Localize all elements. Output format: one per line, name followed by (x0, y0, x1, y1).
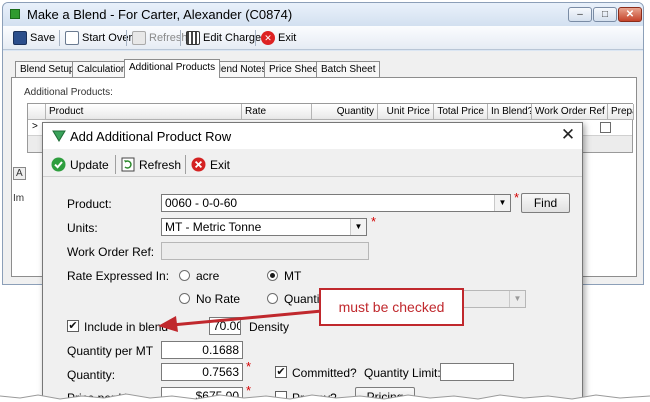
add-product-dialog: Add Additional Product Row ✕ Update Refr… (42, 122, 583, 402)
chevron-down-icon[interactable]: ▼ (494, 195, 510, 211)
check-circle-icon (51, 157, 66, 172)
work-order-ref-input[interactable] (161, 242, 369, 260)
dialog-title-bar: Add Additional Product Row ✕ (43, 123, 582, 149)
toolbar-separator (185, 155, 186, 174)
tab-blend-setup[interactable]: Blend Setup (15, 61, 80, 77)
toolbar-separator (255, 30, 256, 46)
rate-option-no-rate-label: No Rate (196, 292, 241, 306)
tab-calculation[interactable]: Calculation (72, 61, 132, 77)
quantity-limit-input[interactable] (440, 363, 514, 381)
app-icon (10, 9, 20, 19)
dialog-close-button[interactable]: ✕ (559, 126, 577, 144)
exit-label: Exit (210, 157, 231, 172)
dialog-toolbar: Update Refresh Exit (43, 151, 582, 177)
column-header-total-price[interactable]: Total Price (434, 104, 488, 120)
tab-additional-products[interactable]: Additional Products (124, 59, 221, 78)
new-document-icon (65, 31, 79, 45)
column-header-product[interactable]: Product (46, 104, 242, 120)
rate-radio-quantity[interactable] (267, 293, 278, 304)
column-header-rate[interactable]: Rate (242, 104, 312, 120)
column-header-quantity[interactable]: Quantity (312, 104, 378, 120)
close-window-button[interactable]: ✕ (618, 7, 642, 22)
dialog-title: Add Additional Product Row (70, 129, 232, 144)
tab-batch-sheet[interactable]: Batch Sheet (316, 61, 381, 77)
required-marker: * (246, 359, 252, 374)
refresh-label: Refresh (149, 32, 188, 44)
exit-button[interactable]: ✕ Exit (259, 29, 300, 47)
exit-icon (191, 157, 206, 172)
toolbar-separator (115, 155, 116, 174)
exit-label: Exit (278, 32, 297, 44)
row-indicator: > (32, 121, 38, 132)
units-select[interactable]: MT - Metric Tonne ▼ (161, 218, 367, 236)
grid-row-header (28, 104, 46, 120)
refresh-icon (132, 31, 146, 45)
units-value: MT - Metric Tonne (165, 220, 262, 234)
torn-edge-decoration (0, 393, 650, 402)
refresh-label: Refresh (139, 157, 182, 172)
update-button[interactable]: Update (51, 155, 109, 174)
row-prepay-checkbox[interactable] (600, 122, 611, 133)
update-label: Update (70, 157, 109, 172)
rate-option-acre-label: acre (196, 269, 220, 283)
annotation-arrow (158, 309, 323, 332)
committed-label: Committed? (292, 366, 357, 380)
exit-icon: ✕ (261, 31, 275, 45)
quantity-input[interactable]: 0.7563 (161, 363, 243, 381)
partial-button[interactable]: A (13, 167, 26, 180)
edit-charges-button[interactable]: Edit Charges (184, 29, 271, 47)
section-label: Additional Products: (24, 87, 113, 98)
units-label: Units: (67, 221, 98, 235)
main-title-bar: Make a Blend - For Carter, Alexander (C0… (3, 3, 643, 26)
start-over-label: Start Over (82, 32, 133, 44)
partial-label: Im (13, 193, 25, 204)
maximize-button[interactable]: □ (593, 7, 617, 22)
required-marker: * (514, 190, 520, 205)
toolbar-separator (180, 30, 181, 46)
committed-checkbox[interactable]: ✔ (275, 366, 287, 378)
dialog-exit-button[interactable]: Exit (191, 155, 230, 174)
main-toolbar: Save Start Over Refresh Edit Charges ✕ E… (3, 26, 643, 50)
product-select[interactable]: 0060 - 0-0-60 ▼ (161, 194, 511, 212)
quantity-per-mt-label: Quantity per MT (67, 344, 154, 358)
column-header-in-blend[interactable]: In Blend? (488, 104, 532, 120)
find-button[interactable]: Find (521, 193, 570, 213)
rate-option-mt-label: MT (284, 269, 302, 283)
column-header-prepay[interactable]: Prepay? (608, 104, 634, 120)
refresh-button[interactable]: Refresh (130, 29, 192, 47)
minimize-button[interactable]: – (568, 7, 592, 22)
annotation-callout: must be checked (319, 288, 464, 326)
product-label: Product: (67, 197, 112, 211)
refresh-icon (121, 157, 135, 172)
chevron-down-icon[interactable]: ▼ (509, 291, 525, 307)
rate-expressed-in-label: Rate Expressed In: (67, 269, 170, 283)
column-header-unit-price[interactable]: Unit Price (378, 104, 434, 120)
quantity-limit-label: Quantity Limit: (364, 366, 441, 380)
main-window-title: Make a Blend - For Carter, Alexander (C0… (27, 7, 293, 22)
column-header-work-order-ref[interactable]: Work Order Ref (532, 104, 608, 120)
required-marker: * (371, 214, 377, 229)
quantity-per-mt-input[interactable]: 0.1688 (161, 341, 243, 359)
edit-charges-label: Edit Charges (203, 32, 267, 44)
toolbar-separator (59, 30, 60, 46)
rate-radio-no-rate[interactable] (179, 293, 190, 304)
funnel-icon (52, 130, 66, 142)
save-button[interactable]: Save (11, 29, 59, 47)
work-order-ref-label: Work Order Ref: (67, 245, 155, 259)
rate-radio-mt[interactable] (267, 270, 278, 281)
chevron-down-icon[interactable]: ▼ (350, 219, 366, 235)
include-in-blend-checkbox[interactable]: ✔ (67, 320, 79, 332)
rate-radio-acre[interactable] (179, 270, 190, 281)
barcode-icon (186, 31, 200, 45)
toolbar-separator (126, 30, 127, 46)
dialog-refresh-button[interactable]: Refresh (121, 155, 181, 174)
product-value: 0060 - 0-0-60 (165, 196, 238, 210)
floppy-disk-icon (13, 31, 27, 45)
quantity-label: Quantity: (67, 368, 116, 382)
save-label: Save (30, 32, 56, 44)
